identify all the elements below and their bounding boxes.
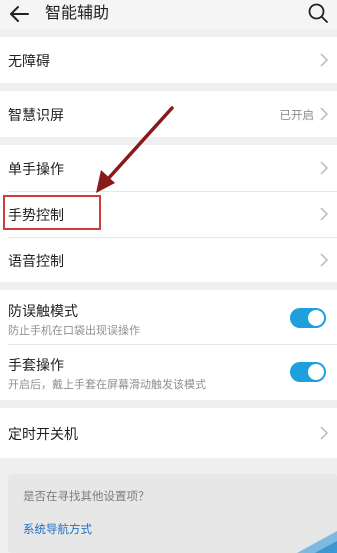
chevron-right-icon [320,207,328,221]
voice-control-label: 语音控制 [8,254,64,270]
anti-touch-row: 防误触模式 防止手机在口袋出现误操作 [0,290,337,344]
smart-screen-card: 智慧识屏 已开启 [0,91,337,137]
glove-label: 手套操作 [8,358,64,374]
corner-decoration [297,531,337,553]
timer-power-card: 定时开关机 [0,408,337,458]
voice-control-row[interactable]: 语音控制 [0,238,337,282]
accessibility-row[interactable]: 无障碍 [0,37,337,83]
top-bar: 智能辅助 [0,0,337,30]
anti-touch-desc: 防止手机在口袋出现误操作 [8,324,140,337]
accessibility-label: 无障碍 [8,54,50,70]
toggles-card: 防误触模式 防止手机在口袋出现误操作 手套操作 开启后，戴上手套在屏幕滑动触发该… [0,290,337,400]
search-icon[interactable] [307,2,329,24]
chevron-right-icon [320,161,328,175]
toggle-knob [308,364,324,380]
suggestion-question: 是否在寻找其他设置项？ [23,489,150,503]
one-hand-row[interactable]: 单手操作 [0,145,337,191]
page-title: 智能辅助 [45,3,110,22]
chevron-right-icon [320,253,328,267]
one-hand-label: 单手操作 [8,162,64,178]
back-arrow-icon[interactable] [7,3,31,25]
chevron-right-icon [320,53,328,67]
smart-screen-status: 已开启 [279,108,315,122]
chevron-right-icon [320,426,328,440]
glove-toggle[interactable] [290,362,326,382]
smart-screen-label: 智慧识屏 [8,108,64,124]
accessibility-card: 无障碍 [0,37,337,83]
glove-row: 手套操作 开启后，戴上手套在屏幕滑动触发该模式 [0,345,337,400]
anti-touch-toggle[interactable] [290,308,326,328]
toggle-knob [308,310,324,326]
timer-power-label: 定时开关机 [8,427,78,443]
timer-power-row[interactable]: 定时开关机 [0,408,337,458]
chevron-right-icon [320,107,328,121]
glove-desc: 开启后，戴上手套在屏幕滑动触发该模式 [8,378,206,391]
system-navigation-link[interactable]: 系统导航方式 [23,521,92,537]
anti-touch-label: 防误触模式 [8,304,78,320]
smart-screen-row[interactable]: 智慧识屏 已开启 [0,91,337,137]
highlight-box [3,195,101,230]
